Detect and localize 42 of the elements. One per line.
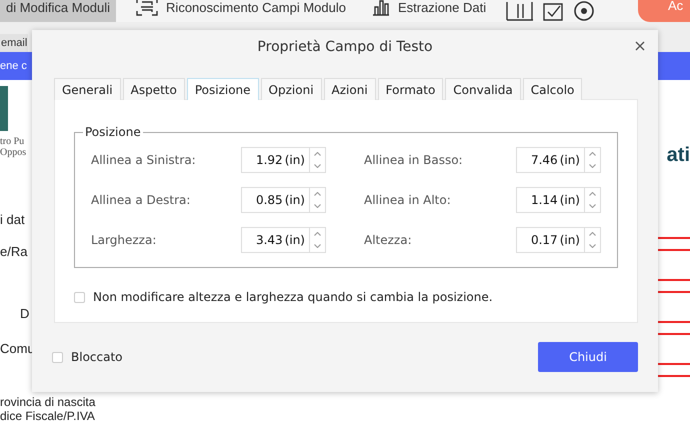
group-title: Posizione	[84, 125, 142, 139]
dialog-tab[interactable]: Azioni	[324, 78, 376, 100]
number-field[interactable]: 3.43 (in)	[241, 227, 326, 253]
document-heading: ati	[666, 144, 690, 167]
number-field[interactable]: 7.46 (in)	[516, 147, 601, 173]
form-label: e/Ra	[0, 245, 28, 261]
dialog-tab[interactable]: Generali	[54, 78, 121, 100]
form-label: dice Fiscale/P.IVA	[0, 409, 95, 423]
field-label: Allinea in Alto:	[363, 193, 452, 207]
scan-icon	[136, 0, 158, 16]
dialog-tab[interactable]: Opzioni	[260, 78, 322, 100]
number-field[interactable]: 1.92 (in)	[241, 147, 326, 173]
checkbox[interactable]	[74, 292, 85, 302]
toolbar-button[interactable]: di Modifica Moduli	[0, 0, 116, 22]
toolbar-button[interactable]: Riconoscimento Campi Modulo	[130, 0, 352, 22]
logo-text: tro Pu	[0, 136, 24, 147]
logo-text: Oppos	[0, 147, 26, 158]
number-field[interactable]: 0.17 (in)	[516, 227, 601, 253]
dialog-tab[interactable]: Calcolo	[522, 78, 582, 100]
dialog-title: Proprietà Campo di Testo	[257, 39, 433, 55]
document-tab[interactable]: email	[0, 34, 28, 52]
field-label: Allinea in Basso:	[363, 153, 464, 167]
checkbox-label: Non modificare altezza e larghezza quando si cambia la posizione.	[93, 290, 493, 304]
field-label: Larghezza:	[91, 233, 158, 247]
dialog-tab[interactable]: Formato	[378, 78, 444, 100]
number-field[interactable]: 0.85 (in)	[241, 187, 326, 213]
toolbar-button[interactable]: Estrazione Dati	[366, 0, 492, 22]
dialog-tab[interactable]: Convalida	[445, 78, 521, 100]
close-icon	[635, 41, 645, 51]
form-label: rovincia di nascita	[0, 395, 96, 409]
number-field[interactable]: 1.14 (in)	[516, 187, 601, 213]
form-label: D	[19, 307, 30, 323]
form-label: i dat	[0, 213, 25, 229]
close-dialog-button[interactable]: Chiudi	[538, 342, 638, 372]
field-label: Altezza:	[363, 233, 413, 247]
dialog-tab[interactable]: Posizione	[186, 78, 259, 100]
checkbox[interactable]	[52, 352, 63, 362]
bar-chart-icon	[372, 0, 390, 16]
dialog-tab[interactable]: Aspetto	[122, 78, 185, 100]
checkbox-label: Bloccato	[71, 350, 123, 364]
field-label: Allinea a Sinistra:	[91, 153, 197, 167]
field-label: Allinea a Destra:	[91, 193, 192, 207]
